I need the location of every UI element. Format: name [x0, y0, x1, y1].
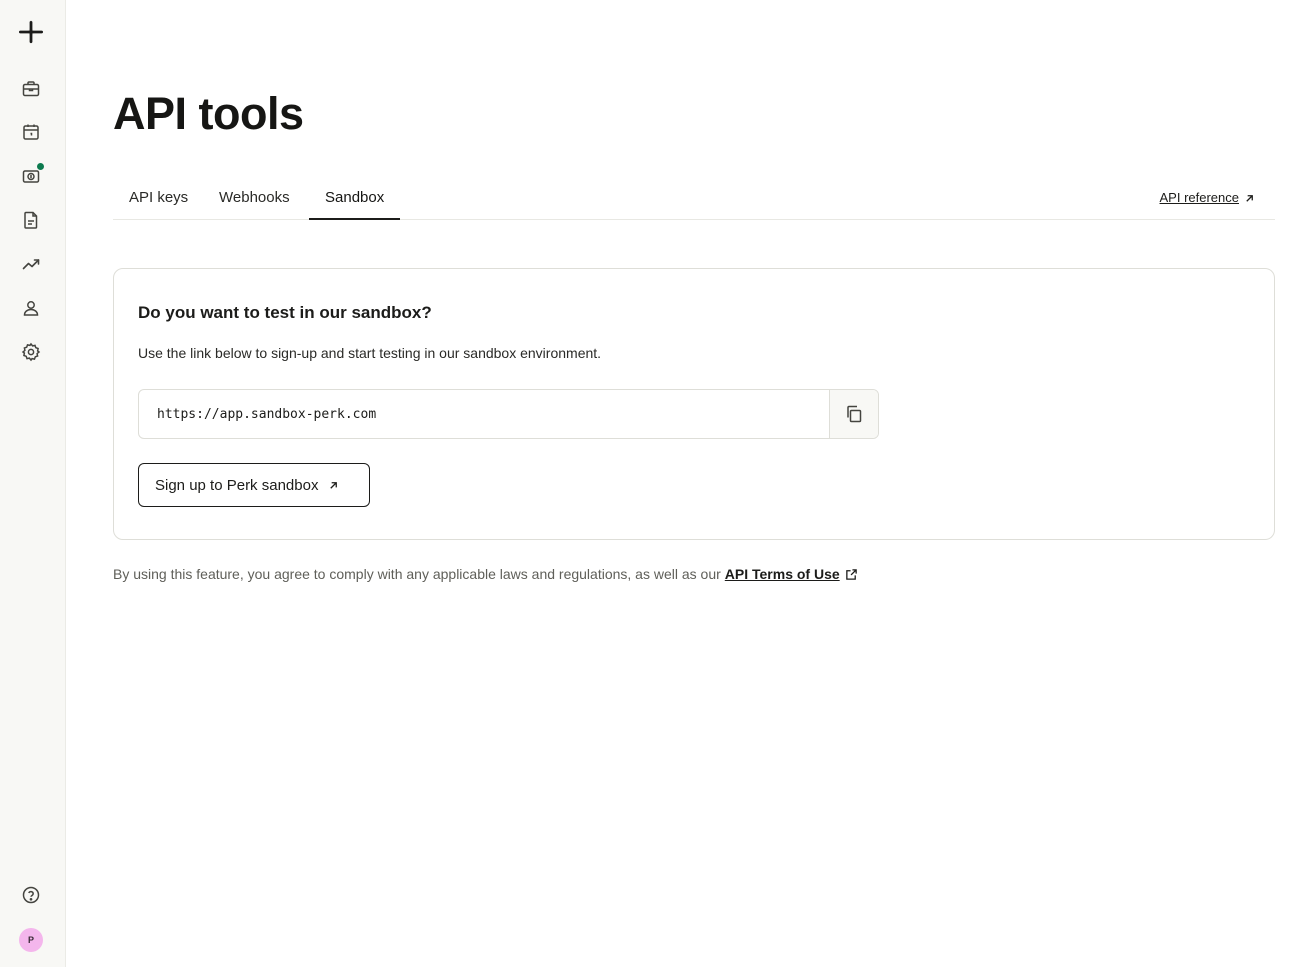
card-title: Do you want to test in our sandbox?: [138, 303, 432, 322]
sandbox-card: Do you want to test in our sandbox? Use …: [113, 268, 1275, 540]
trend-up-icon: [22, 259, 40, 270]
arrow-up-right-icon: [1246, 194, 1253, 202]
sidebar-item-billing[interactable]: [20, 163, 44, 187]
external-link-icon: [845, 568, 857, 580]
terms-notice-text: By using this feature, you agree to comp…: [113, 566, 721, 582]
user-icon: [23, 301, 39, 316]
sidebar-item-people[interactable]: [20, 297, 42, 319]
avatar-initial: P: [27, 935, 34, 945]
tab-api-keys[interactable]: API keys: [113, 176, 204, 220]
card-description: Use the link below to sign-up and start …: [138, 345, 602, 361]
help-button[interactable]: [20, 884, 42, 906]
signup-sandbox-button[interactable]: Sign up to Perk sandbox: [138, 463, 370, 507]
gear-icon: [21, 342, 41, 362]
briefcase-icon: [22, 81, 40, 97]
calendar-icon: [23, 124, 39, 140]
page-title: API tools: [113, 88, 304, 139]
sidebar-item-analytics[interactable]: [20, 253, 42, 275]
sandbox-url-field: [138, 389, 879, 439]
copy-icon: [847, 405, 862, 423]
sidebar-item-documents[interactable]: [20, 209, 42, 231]
help-circle-icon: [22, 886, 40, 904]
tab-bar: API keys Webhooks Sandbox API reference: [113, 176, 1275, 220]
sidebar-item-calendar[interactable]: [20, 121, 42, 143]
tab-sandbox[interactable]: Sandbox: [309, 176, 401, 220]
sidebar-item-briefcase[interactable]: [20, 78, 42, 100]
plus-star-icon[interactable]: [17, 18, 45, 46]
document-icon: [24, 211, 38, 229]
avatar[interactable]: P: [19, 928, 43, 952]
sidebar: P: [0, 0, 66, 967]
sidebar-item-settings[interactable]: [20, 341, 42, 363]
api-reference-link[interactable]: API reference: [1160, 176, 1256, 220]
arrow-up-right-icon: [330, 481, 338, 489]
copy-url-button[interactable]: [829, 390, 878, 438]
terms-notice: By using this feature, you agree to comp…: [113, 566, 858, 582]
tab-webhooks[interactable]: Webhooks: [203, 176, 306, 220]
sandbox-url-input[interactable]: [139, 390, 829, 438]
api-terms-label: API Terms of Use: [724, 566, 840, 582]
api-reference-label: API reference: [1159, 190, 1240, 205]
notification-dot: [37, 163, 44, 170]
api-terms-link[interactable]: API Terms of Use: [725, 566, 858, 582]
signup-sandbox-label: Sign up to Perk sandbox: [155, 476, 319, 494]
